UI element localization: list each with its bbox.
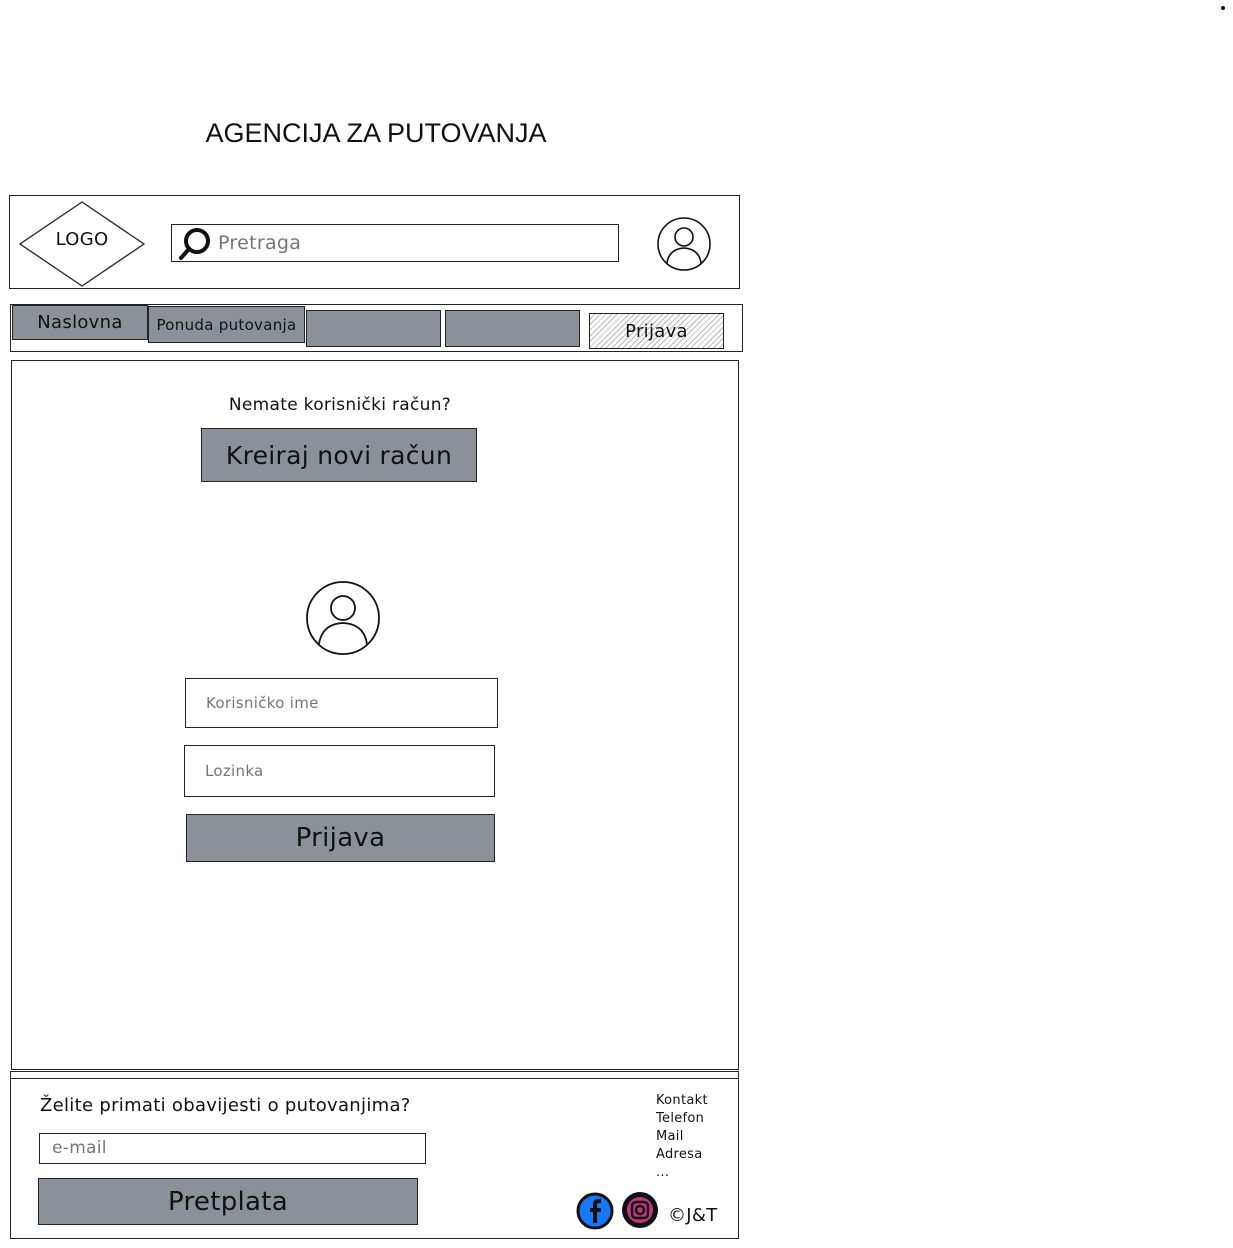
email-input[interactable] — [50, 1136, 410, 1160]
facebook-icon[interactable] — [576, 1192, 614, 1230]
user-avatar-icon[interactable] — [655, 215, 713, 273]
logo-label: LOGO — [55, 228, 109, 250]
nav-item-ponuda-putovanja[interactable]: Ponuda putovanja — [148, 306, 305, 343]
subscribe-button[interactable]: Pretplata — [38, 1178, 418, 1225]
contact-link-mail[interactable]: Mail — [656, 1128, 736, 1146]
search-icon — [179, 228, 210, 260]
nav-item-label: Ponuda putovanja — [156, 315, 297, 334]
copyright: ©J&T — [668, 1205, 718, 1226]
page-title: AGENCIJA ZA PUTOVANJA — [205, 118, 547, 148]
password-input[interactable] — [203, 757, 483, 785]
username-input[interactable] — [204, 689, 484, 717]
contact-link-kontakt[interactable]: Kontakt — [656, 1092, 736, 1110]
nav-item-prijava[interactable]: Prijava — [589, 313, 724, 349]
login-avatar-icon — [306, 581, 380, 655]
nav-item-naslovna[interactable]: Naslovna — [12, 305, 148, 340]
contact-link-telefon[interactable]: Telefon — [656, 1110, 736, 1128]
email-field[interactable] — [39, 1133, 426, 1164]
password-field[interactable] — [184, 745, 495, 797]
search-bar[interactable] — [171, 224, 619, 262]
stray-dot — [1221, 6, 1225, 10]
username-field[interactable] — [185, 678, 498, 728]
nav-item-empty-2[interactable] — [445, 310, 580, 347]
create-account-button[interactable]: Kreiraj novi račun — [201, 428, 477, 482]
nav-item-label: Naslovna — [37, 312, 123, 333]
nav-item-empty-1[interactable] — [306, 310, 441, 347]
contact-links: Kontakt Telefon Mail Adresa ... — [656, 1092, 736, 1182]
contact-link-more[interactable]: ... — [656, 1164, 736, 1182]
nav-item-label: Prijava — [625, 320, 688, 342]
login-button[interactable]: Prijava — [186, 814, 495, 862]
contact-link-adresa[interactable]: Adresa — [656, 1146, 736, 1164]
instagram-icon[interactable] — [620, 1190, 660, 1230]
no-account-text: Nemate korisnički račun? — [228, 395, 452, 415]
search-input[interactable] — [216, 228, 606, 258]
newsletter-question: Želite primati obavijesti o putovanjima? — [40, 1095, 411, 1116]
